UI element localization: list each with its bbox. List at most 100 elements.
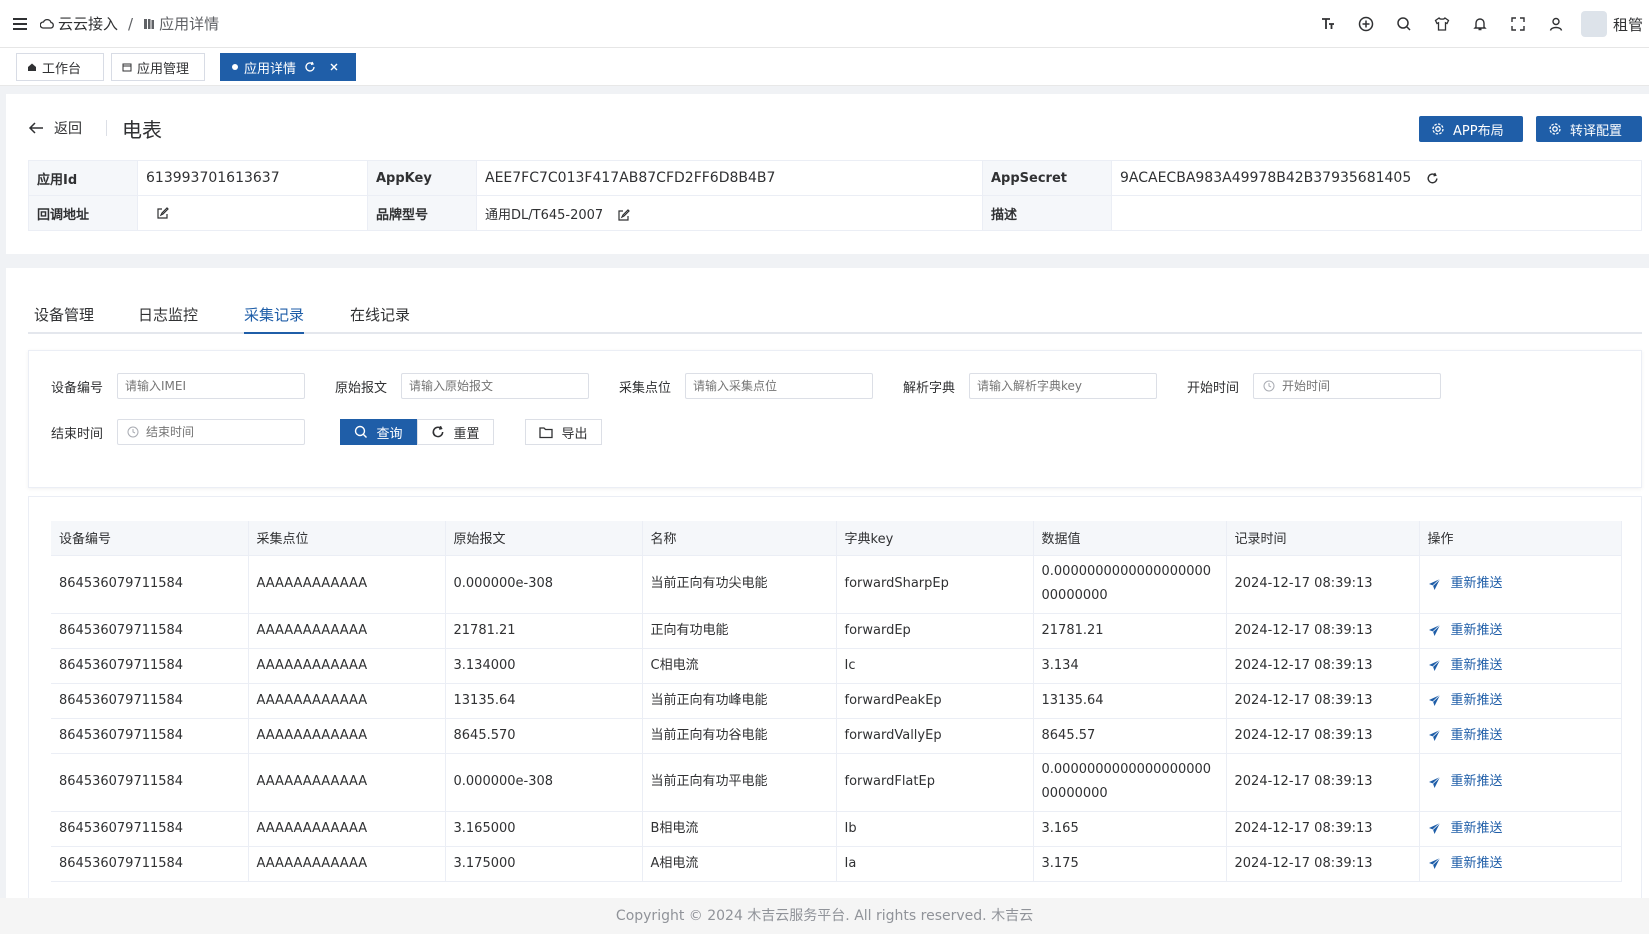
github-icon[interactable] [1347, 16, 1385, 32]
table-row: 864536079711584 AAAAAAAAAAAA 3.165000 B相电流 I… [51, 811, 1622, 847]
table-cell: 3.165 [1033, 811, 1227, 847]
table-cell: 3.165000 [445, 811, 643, 847]
callback-cell [137, 195, 368, 231]
tag-label: 应用管理 [137, 61, 190, 77]
send-icon [1428, 776, 1440, 788]
repush-button[interactable]: 重新推送 [1428, 572, 1613, 596]
action-cell: 重新推送 [1419, 555, 1622, 614]
tag-workbench[interactable]: 工作台 [16, 53, 104, 81]
avatar[interactable] [1580, 11, 1607, 37]
repush-button[interactable]: 重新推送 [1428, 724, 1613, 748]
box-icon [122, 62, 137, 72]
search-button[interactable]: 查询 [340, 419, 417, 445]
table-cell: 2024-12-17 08:39:13 [1226, 718, 1420, 754]
export-button[interactable]: 导出 [525, 419, 602, 445]
breadcrumb-root[interactable]: 云云接入 [58, 13, 118, 34]
back-button[interactable]: 返回 [28, 118, 82, 138]
send-icon [1428, 578, 1440, 590]
table-cell: Ia [836, 846, 1034, 882]
user-icon[interactable] [1537, 16, 1575, 32]
device-input[interactable] [117, 373, 305, 399]
table-row: 864536079711584 AAAAAAAAAAAA 13135.64 当前正向有… [51, 683, 1622, 719]
table-cell: AAAAAAAAAAAA [248, 613, 446, 649]
table-cell: 2024-12-17 08:39:13 [1226, 846, 1420, 882]
tab-bar: 设备管理 日志监控 采集记录 在线记录 [28, 300, 1642, 334]
tab-log-monitor[interactable]: 日志监控 [138, 300, 198, 334]
export-label: 导出 [561, 426, 588, 442]
repush-label: 重新推送 [1450, 576, 1503, 591]
send-icon [1428, 729, 1440, 741]
tab-collection-records[interactable]: 采集记录 [244, 300, 305, 334]
table-cell: A相电流 [642, 846, 837, 882]
table-cell: 864536079711584 [51, 753, 249, 812]
bell-icon[interactable] [1461, 16, 1499, 32]
callback-label: 回调地址 [28, 195, 138, 231]
column-header: 名称 [642, 521, 837, 556]
table-cell: AAAAAAAAAAAA [248, 811, 446, 847]
divider [106, 120, 107, 136]
table-cell: 864536079711584 [51, 811, 249, 847]
repush-button[interactable]: 重新推送 [1428, 654, 1613, 678]
start-time-input[interactable] [1253, 373, 1441, 399]
edit-brand-icon[interactable] [617, 208, 631, 222]
raw-message-input[interactable] [401, 373, 589, 399]
repush-button[interactable]: 重新推送 [1428, 852, 1613, 876]
tag-app-detail[interactable]: 应用详情 [220, 53, 356, 81]
table-cell: Ib [836, 811, 1034, 847]
point-label: 采集点位 [619, 381, 672, 396]
app-secret-value: 9ACAECBA983A49978B42B37935681405 [1120, 170, 1412, 186]
font-size-icon[interactable] [1309, 16, 1347, 32]
repush-button[interactable]: 重新推送 [1428, 689, 1613, 713]
fullscreen-icon[interactable] [1499, 16, 1537, 32]
hamburger-menu-icon[interactable] [0, 17, 40, 30]
repush-button[interactable]: 重新推送 [1428, 770, 1613, 794]
app-info-table: 应用Id 613993701613637 AppKey AEE7FC7C013F… [28, 160, 1642, 231]
tab-online-records[interactable]: 在线记录 [350, 300, 410, 334]
table-cell: 正向有功电能 [642, 613, 837, 649]
table-cell: 3.175000 [445, 846, 643, 882]
clock-icon [127, 426, 139, 442]
table-cell: 0.000000e-308 [445, 753, 643, 812]
records-card: 设备管理 日志监控 采集记录 在线记录 设备编号 原始报文 采集点位 解析字典 … [6, 268, 1649, 916]
edit-callback-icon[interactable] [156, 206, 169, 220]
tab-device-management[interactable]: 设备管理 [34, 300, 94, 334]
brand-label: 品牌型号 [367, 195, 477, 231]
table-cell: 864536079711584 [51, 555, 249, 614]
table-cell: 2024-12-17 08:39:13 [1226, 613, 1420, 649]
translate-config-button[interactable]: 转译配置 [1536, 116, 1642, 142]
column-header: 操作 [1419, 521, 1622, 556]
refresh-icon[interactable] [304, 61, 321, 73]
header-actions: 租管 [1309, 0, 1649, 48]
reset-button[interactable]: 重置 [417, 419, 494, 445]
search-icon[interactable] [1385, 16, 1423, 32]
user-name[interactable]: 租管 [1613, 14, 1643, 35]
table-cell: forwardVallyEp [836, 718, 1034, 754]
repush-button[interactable]: 重新推送 [1428, 817, 1613, 841]
breadcrumb-separator: / [128, 14, 134, 33]
end-time-input[interactable] [117, 419, 305, 445]
refresh-secret-icon[interactable] [1426, 172, 1439, 185]
action-cell: 重新推送 [1419, 683, 1622, 719]
table-cell: 3.175 [1033, 846, 1227, 882]
refresh-icon [433, 425, 444, 438]
app-layout-button[interactable]: APP布局 [1419, 116, 1523, 142]
table-cell: 2024-12-17 08:39:13 [1226, 648, 1420, 684]
point-input[interactable] [685, 373, 873, 399]
theme-shirt-icon[interactable] [1423, 16, 1461, 32]
page-title: 电表 [122, 118, 162, 142]
home-icon [27, 62, 42, 72]
arrow-left-icon [28, 122, 43, 134]
column-header: 数据值 [1033, 521, 1227, 556]
breadcrumb: 云云接入 / 应用详情 [40, 13, 219, 34]
tag-app-management[interactable]: 应用管理 [111, 53, 205, 81]
repush-label: 重新推送 [1450, 692, 1503, 708]
close-icon[interactable] [329, 62, 344, 72]
tag-label: 工作台 [42, 61, 82, 77]
table-cell: 0.000000e-308 [445, 555, 643, 614]
app-key-label: AppKey [367, 160, 477, 196]
repush-label: 重新推送 [1450, 855, 1503, 871]
app-secret-label: AppSecret [982, 160, 1112, 196]
column-header: 字典key [836, 521, 1034, 556]
dict-input[interactable] [969, 373, 1157, 399]
repush-button[interactable]: 重新推送 [1428, 619, 1613, 643]
